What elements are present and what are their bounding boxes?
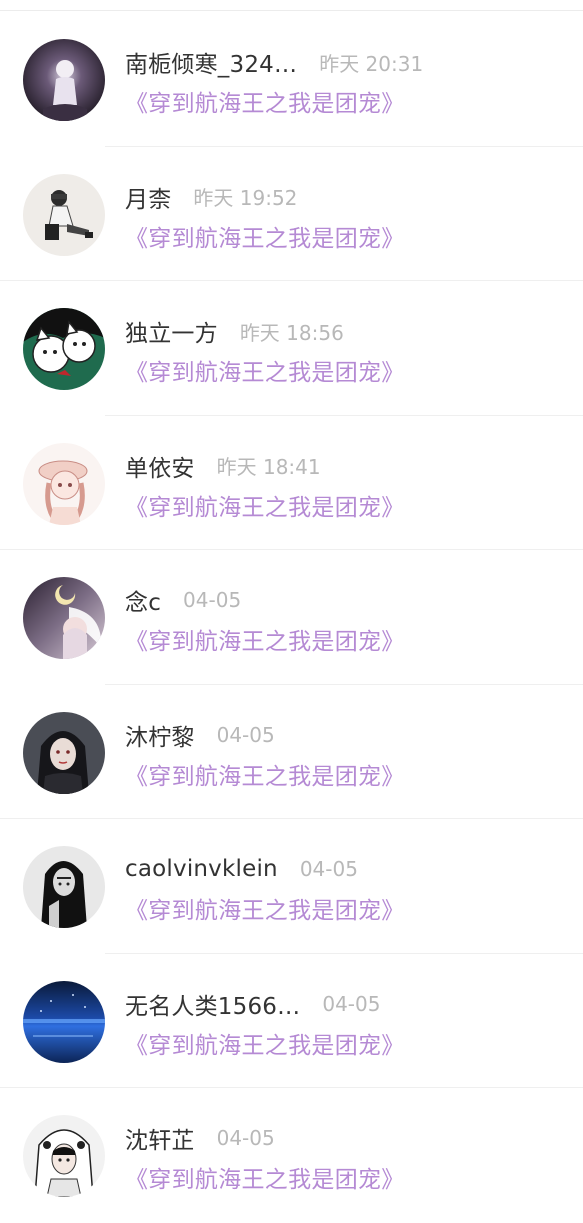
list-item[interactable]: 沐柠黎 04-05 《穿到航海王之我是团宠》 [0,685,583,819]
list-item[interactable]: 念c 04-05 《穿到航海王之我是团宠》 [0,550,583,685]
book-title-link[interactable]: 《穿到航海王之我是团宠》 [125,1026,405,1060]
timestamp: 04-05 [216,1126,275,1150]
book-title-link[interactable]: 《穿到航海王之我是团宠》 [125,891,405,925]
list-item[interactable]: 沈轩芷 04-05 《穿到航海王之我是团宠》 [0,1088,583,1223]
book-title-link[interactable]: 《穿到航海王之我是团宠》 [125,353,405,387]
list-item[interactable]: 独立一方 昨天 18:56 《穿到航海王之我是团宠》 [0,281,583,416]
list-item[interactable]: 南栀倾寒_324… 昨天 20:31 《穿到航海王之我是团宠》 [0,12,583,147]
timestamp: 04-05 [183,588,242,612]
book-title-link[interactable]: 《穿到航海王之我是团宠》 [125,219,405,253]
list-item[interactable]: caolvinvklein 04-05 《穿到航海王之我是团宠》 [0,819,583,954]
book-title-link[interactable]: 《穿到航海王之我是团宠》 [125,488,405,522]
timestamp: 04-05 [216,722,275,747]
book-title-link[interactable]: 《穿到航海王之我是团宠》 [125,1160,405,1194]
blue-night-avatar[interactable] [23,980,105,1063]
list-item[interactable]: 单依安 昨天 18:41 《穿到航海王之我是团宠》 [0,416,583,550]
user-name[interactable]: 沈轩芷 [125,1121,195,1155]
moon-girl-avatar[interactable] [23,39,105,121]
timestamp: 04-05 [322,991,381,1016]
user-name[interactable]: 月柰 [125,180,171,214]
timestamp: 昨天 18:56 [239,320,344,345]
book-title-link[interactable]: 《穿到航海王之我是团宠》 [125,622,405,656]
sitting-boy-avatar[interactable] [23,173,105,256]
user-name[interactable]: 单依安 [125,449,195,483]
timestamp: 昨天 19:52 [193,186,298,210]
book-title-link[interactable]: 《穿到航海王之我是团宠》 [125,757,405,791]
anime-girl-avatar[interactable] [23,442,105,525]
book-title-link[interactable]: 《穿到航海王之我是团宠》 [125,84,405,118]
notification-list: 南栀倾寒_324… 昨天 20:31 《穿到航海王之我是团宠》 月柰 昨天 19… [0,12,583,1223]
dark-hair-girl-avatar[interactable] [23,711,105,794]
top-divider [0,10,583,11]
list-item[interactable]: 无名人类1566… 04-05 《穿到航海王之我是团宠》 [0,954,583,1088]
cat-avatar[interactable] [23,308,105,390]
timestamp: 04-05 [299,857,358,881]
timestamp: 昨天 20:31 [319,51,424,76]
hooded-girl-avatar[interactable] [23,1115,105,1197]
user-name[interactable]: 无名人类1566… [125,987,300,1021]
list-item[interactable]: 月柰 昨天 19:52 《穿到航海王之我是团宠》 [0,147,583,281]
user-name[interactable]: 沐柠黎 [125,718,195,752]
user-name[interactable]: 南栀倾寒_324… [125,45,297,79]
angel-avatar[interactable] [23,577,105,659]
timestamp: 昨天 18:41 [216,455,321,479]
user-name[interactable]: caolvinvklein [125,856,278,882]
user-name[interactable]: 念c [125,583,161,617]
bw-girl-avatar[interactable] [23,846,105,928]
user-name[interactable]: 独立一方 [125,314,218,348]
